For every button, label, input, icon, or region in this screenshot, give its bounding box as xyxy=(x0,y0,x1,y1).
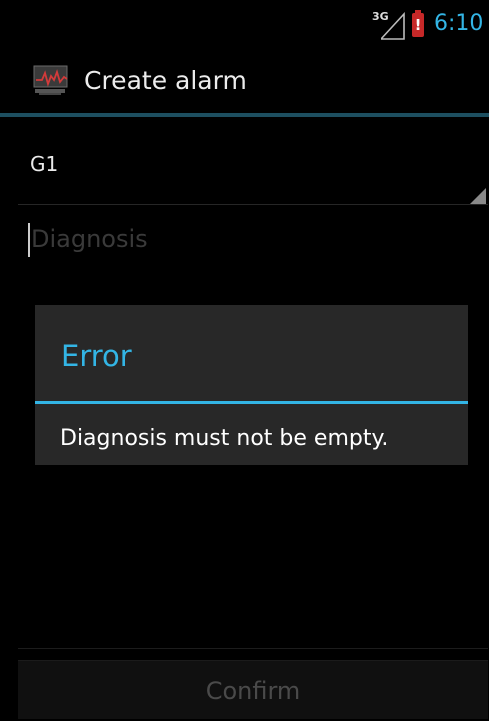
action-bar-divider xyxy=(0,113,489,117)
dialog-title: Error xyxy=(61,339,132,373)
diagnosis-input[interactable]: Diagnosis xyxy=(18,215,488,267)
signal-icon xyxy=(381,12,405,40)
divider xyxy=(18,204,488,205)
dialog-divider xyxy=(35,401,468,404)
diagnosis-placeholder: Diagnosis xyxy=(31,225,148,253)
battery-alert: ! xyxy=(414,16,422,34)
clock: 6:10 xyxy=(434,11,484,36)
battery-icon: ! xyxy=(412,10,424,37)
page-title: Create alarm xyxy=(84,66,247,95)
divider xyxy=(18,648,488,649)
status-bar: 3G ! 6:10 xyxy=(0,0,489,50)
text-cursor xyxy=(28,223,30,257)
error-dialog: Error Diagnosis must not be empty. xyxy=(35,305,468,465)
monitor-pulse-icon[interactable] xyxy=(33,64,71,96)
dialog-message: Diagnosis must not be empty. xyxy=(60,426,389,451)
spinner-arrow-icon xyxy=(470,188,486,204)
group-spinner[interactable]: G1 xyxy=(18,132,488,204)
spinner-value: G1 xyxy=(30,152,59,176)
confirm-button[interactable]: Confirm xyxy=(18,661,488,719)
